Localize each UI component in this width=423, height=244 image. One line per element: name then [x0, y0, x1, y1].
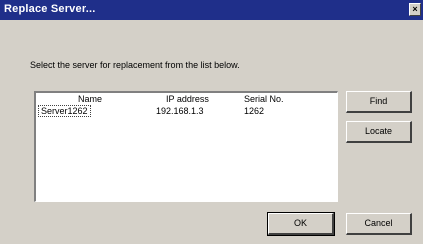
server-list[interactable]: Name IP address Serial No. Server1262 19… [34, 91, 338, 202]
locate-button-label: Locate [364, 126, 393, 136]
close-button[interactable]: × [409, 3, 421, 16]
replace-server-dialog: Replace Server... × Select the server fo… [0, 0, 423, 244]
find-button-label: Find [369, 96, 388, 106]
server-name-cell: Server1262 [38, 105, 91, 117]
ip-address-cell: 192.168.1.3 [156, 106, 204, 116]
column-header-ip-address[interactable]: IP address [166, 94, 209, 104]
close-icon: × [412, 4, 418, 14]
cancel-button[interactable]: Cancel [346, 213, 412, 235]
ok-button-label: OK [293, 218, 307, 228]
column-header-name[interactable]: Name [78, 94, 102, 104]
title-bar[interactable]: Replace Server... × [0, 0, 423, 20]
instruction-text: Select the server for replacement from t… [30, 60, 240, 70]
list-item[interactable]: Server1262 192.168.1.3 1262 [36, 105, 337, 118]
serial-no-cell: 1262 [244, 106, 265, 116]
cancel-button-label: Cancel [364, 218, 393, 228]
ok-button[interactable]: OK [267, 212, 335, 236]
column-header-serial-no[interactable]: Serial No. [244, 94, 284, 104]
find-button[interactable]: Find [346, 91, 412, 113]
window-title: Replace Server... [4, 3, 96, 15]
locate-button[interactable]: Locate [346, 121, 412, 143]
